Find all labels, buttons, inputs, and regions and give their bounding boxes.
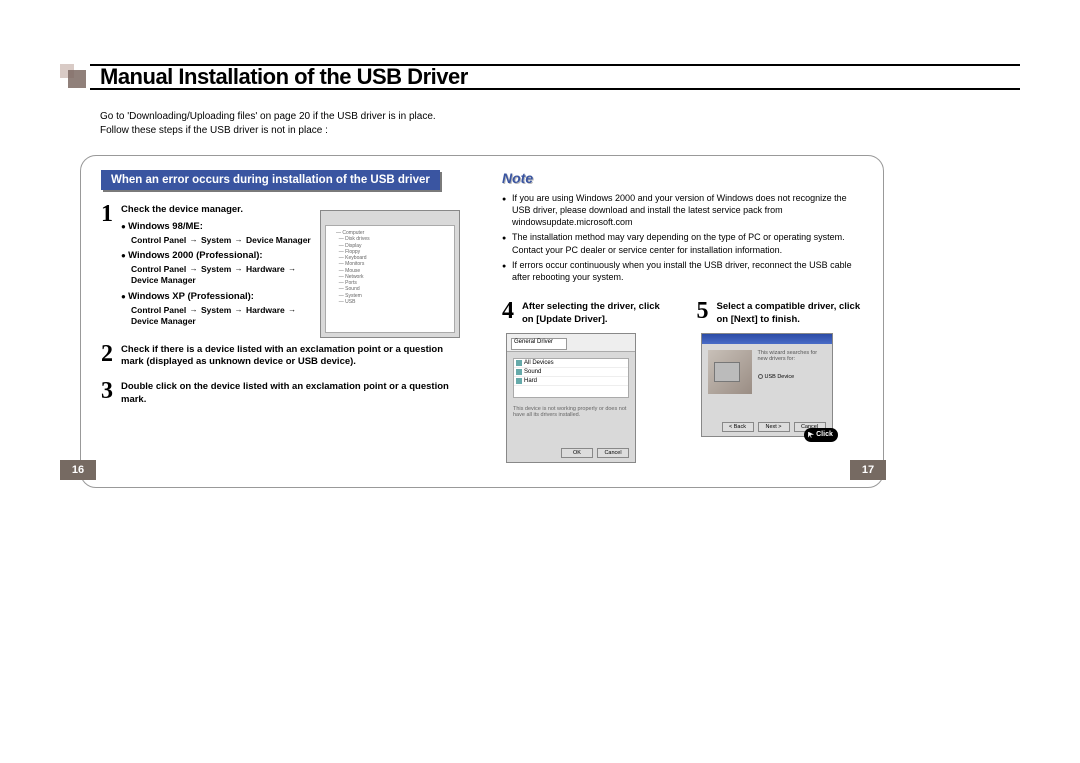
step-1-text: Check the device manager. [121, 204, 243, 215]
click-badge: Click [804, 428, 838, 442]
intro-text: Go to 'Downloading/Uploading files' on p… [100, 110, 1020, 137]
bullet-icon [121, 250, 128, 261]
screenshot-device-manager: — Computer — Disk drives — Display — Flo… [320, 210, 460, 338]
step-number: 5 [697, 299, 717, 327]
intro-line-2: Follow these steps if the USB driver is … [100, 124, 1020, 138]
arrow-icon: → [234, 264, 244, 273]
step-3-text: Double click on the device listed with a… [121, 379, 462, 407]
arrow-icon: → [189, 235, 199, 244]
dialog-description: This device is not working properly or d… [513, 406, 629, 419]
device-icon [516, 369, 522, 375]
step-5-block: 5 Select a compatible driver, click on [… [697, 299, 864, 463]
next-button: Next > [758, 422, 790, 432]
wizard-message: This wizard searches for new drivers for… [758, 350, 826, 364]
title-bar: Manual Installation of the USB Driver [60, 60, 1020, 96]
arrow-icon: → [189, 305, 199, 314]
page-number-right: 17 [850, 460, 886, 480]
arrow-icon: → [287, 305, 297, 314]
note-item: If errors occur continuously when you in… [512, 259, 863, 283]
step-5-text: Select a compatible driver, click on [Ne… [717, 299, 864, 327]
arrow-icon: → [234, 305, 244, 314]
bullet-icon [502, 231, 512, 255]
bullet-icon [502, 259, 512, 283]
note-item: The installation method may vary dependi… [512, 231, 863, 255]
note-item: If you are using Windows 2000 and your v… [512, 192, 863, 228]
arrow-icon: → [234, 235, 244, 244]
step-number: 1 [101, 202, 121, 332]
left-column: When an error occurs during installation… [81, 170, 482, 463]
titlebar [702, 334, 832, 344]
title-decoration-icon [60, 60, 94, 94]
arrow-icon: → [189, 264, 199, 273]
note-list: If you are using Windows 2000 and your v… [502, 192, 863, 283]
printer-icon [714, 362, 740, 382]
step-number: 3 [101, 379, 121, 407]
content-panel: When an error occurs during installation… [80, 155, 884, 488]
manual-page: Manual Installation of the USB Driver Go… [60, 60, 1020, 488]
section-header: When an error occurs during installation… [101, 170, 440, 190]
screenshot-properties-dialog: General Driver All Devices Sound Hard Th… [506, 333, 636, 463]
step-2: 2 Check if there is a device listed with… [101, 342, 462, 370]
back-button: < Back [722, 422, 754, 432]
bullet-icon [121, 221, 128, 232]
bullet-icon [502, 192, 512, 228]
intro-line-1: Go to 'Downloading/Uploading files' on p… [100, 110, 1020, 124]
step-3: 3 Double click on the device listed with… [101, 379, 462, 407]
step-4-block: 4 After selecting the driver, click on [… [502, 299, 669, 463]
ok-button: OK [561, 448, 593, 458]
screenshot-wizard-dialog: This wizard searches for new drivers for… [701, 333, 833, 437]
device-icon [516, 360, 522, 366]
bullet-icon [121, 291, 128, 302]
step-4-text: After selecting the driver, click on [Up… [522, 299, 669, 327]
step-2-text: Check if there is a device listed with a… [121, 342, 462, 370]
page-number-left: 16 [60, 460, 96, 480]
device-icon [516, 378, 522, 384]
radio-icon [758, 374, 763, 379]
right-column: Note If you are using Windows 2000 and y… [482, 170, 883, 463]
step-number: 4 [502, 299, 522, 327]
step-number: 2 [101, 342, 121, 370]
page-title: Manual Installation of the USB Driver [100, 64, 468, 90]
cancel-button: Cancel [597, 448, 629, 458]
arrow-icon: → [287, 264, 297, 273]
dialog-tabs: General Driver [511, 338, 567, 350]
note-heading: Note [502, 170, 863, 186]
